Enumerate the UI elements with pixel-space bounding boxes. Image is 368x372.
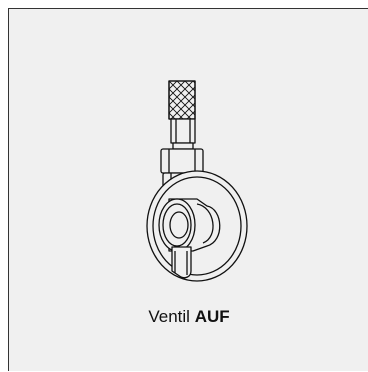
valve-caption: Ventil AUF xyxy=(9,307,368,327)
valve-panel: Ventil AUF xyxy=(8,8,368,371)
caption-prefix: Ventil xyxy=(148,307,190,326)
caption-state: AUF xyxy=(194,307,230,326)
